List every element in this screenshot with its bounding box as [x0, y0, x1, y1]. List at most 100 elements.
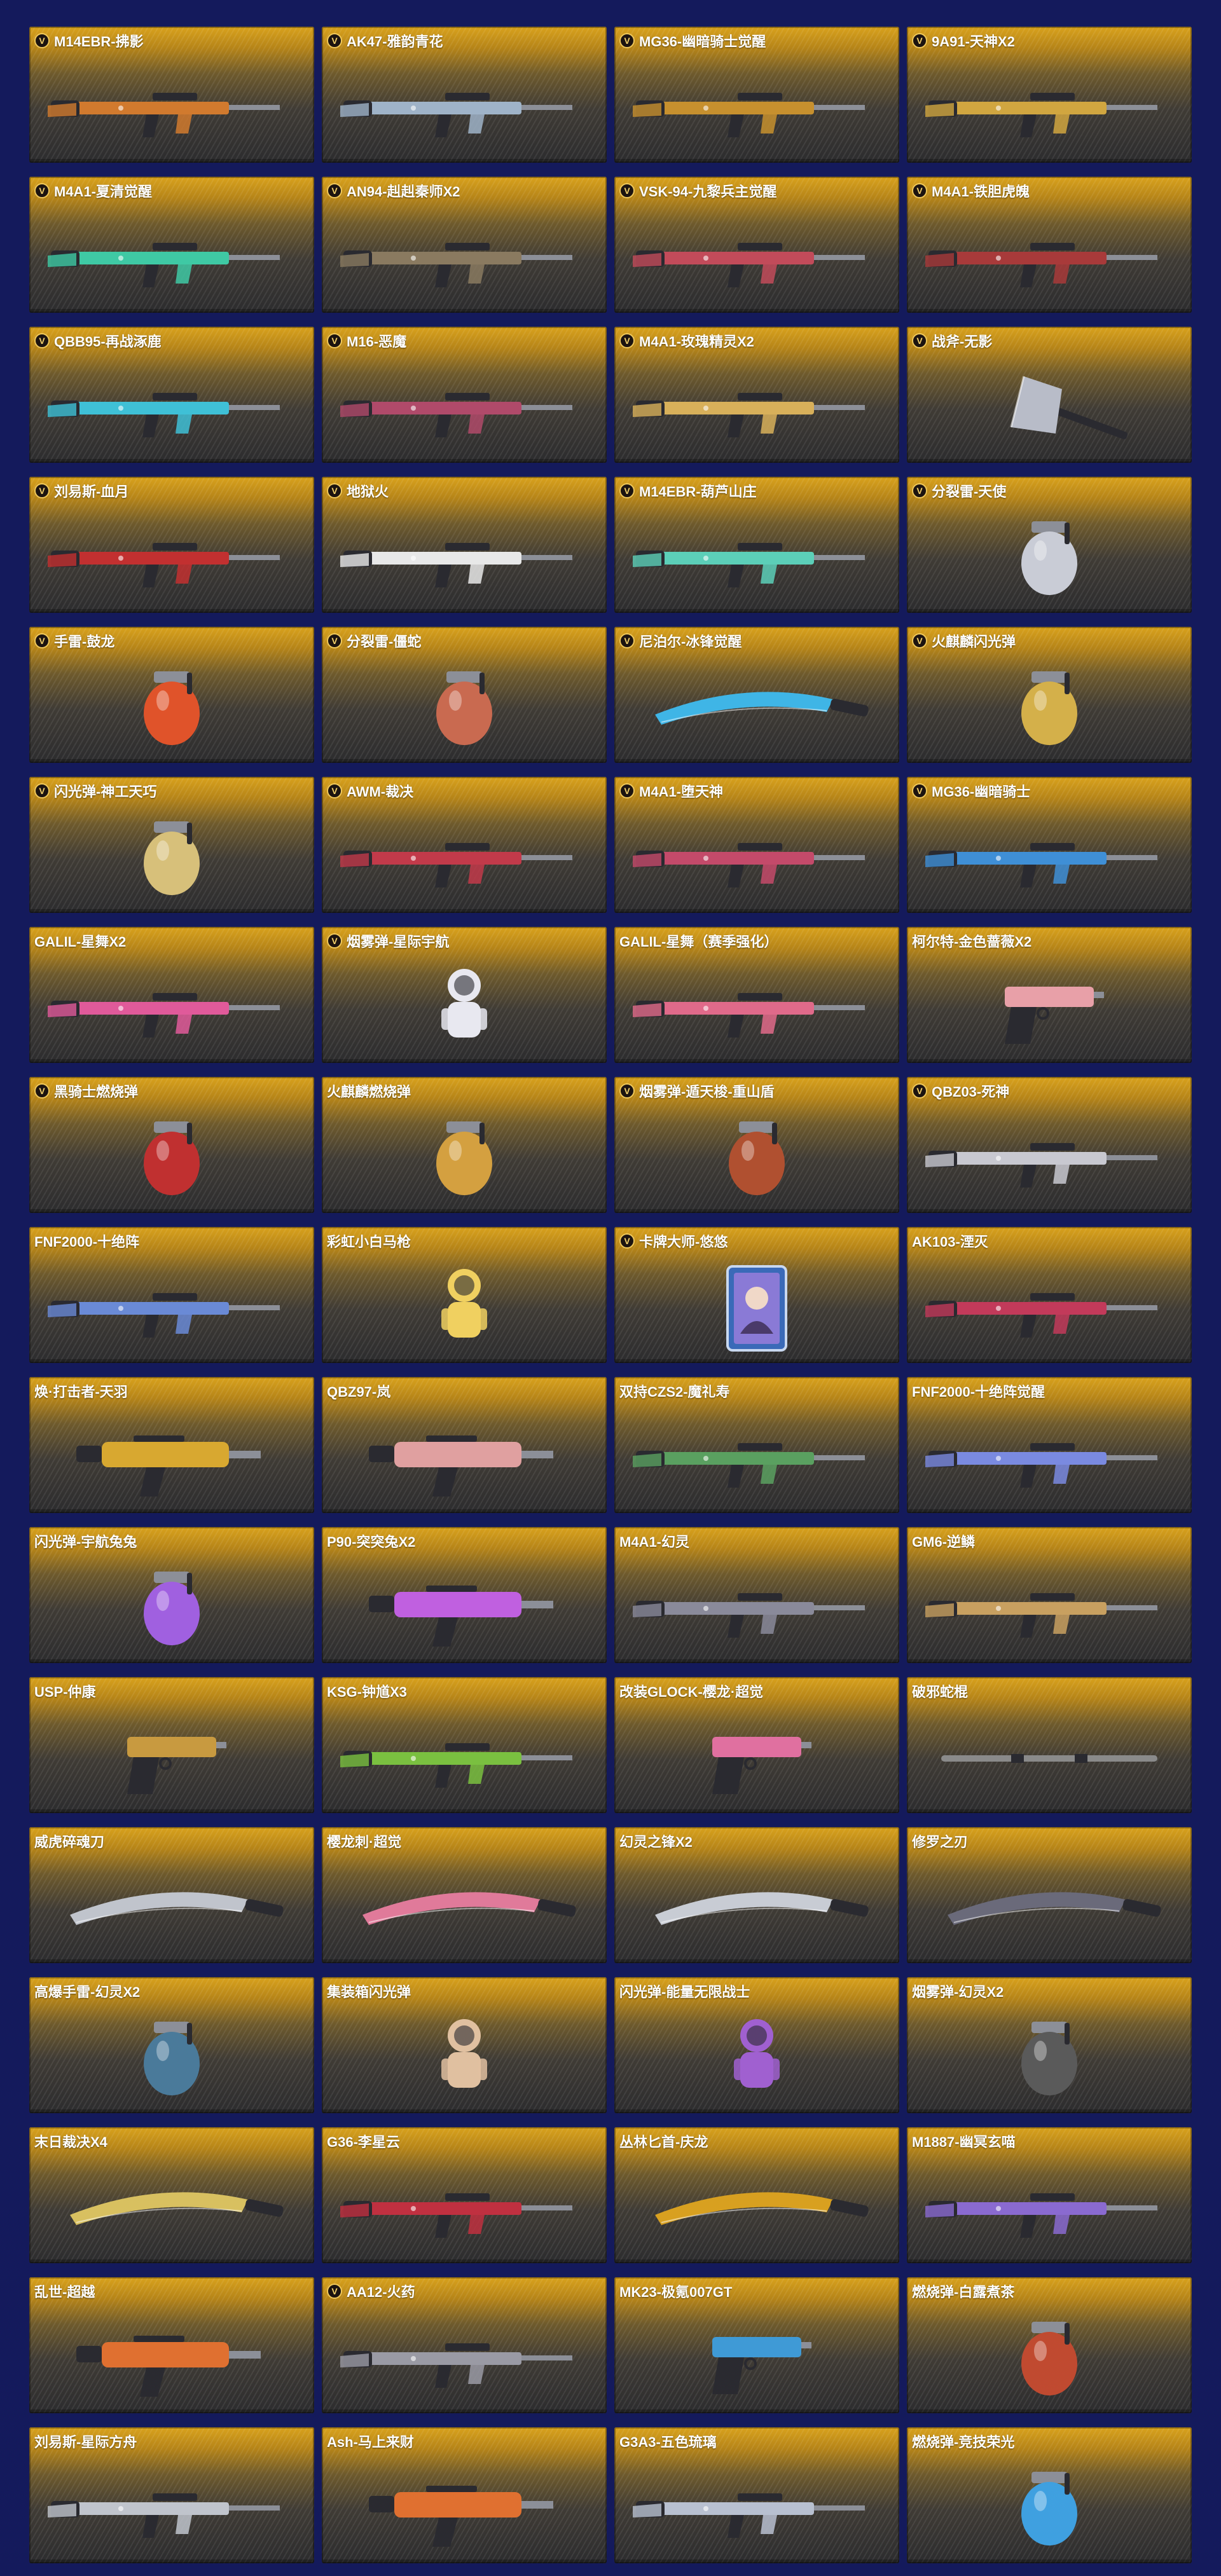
weapon-card[interactable]: 焕·打击者-天羽 [29, 1377, 314, 1513]
weapon-card[interactable]: GM6-逆鳞 [907, 1527, 1192, 1663]
weapon-grid: V M14EBR-拂影 V AK47-雅韵青花 V MG36-幽暗骑士觉醒 V … [29, 27, 1192, 2563]
weapon-card[interactable]: 改装GLOCK-樱龙·超觉 [614, 1677, 899, 1813]
weapon-card[interactable]: 樱龙刺·超觉 [322, 1827, 607, 1963]
card-header: V M4A1-夏清觉醒 [34, 181, 309, 200]
grenade-icon [29, 805, 314, 908]
weapon-card[interactable]: V M4A1-夏清觉醒 [29, 177, 314, 313]
weapon-card[interactable]: V AWM-裁决 [322, 777, 607, 913]
rifle-icon [614, 1405, 899, 1508]
weapon-card[interactable]: M1887-幽冥玄喵 [907, 2127, 1192, 2263]
weapon-name: 彩虹小白马枪 [327, 1234, 411, 1250]
card-header: 末日裁决X4 [34, 2132, 309, 2151]
grenade-icon [29, 1555, 314, 1658]
grenade-icon [907, 2305, 1192, 2408]
weapon-card[interactable]: V 刘易斯-血月 [29, 477, 314, 613]
pistol-icon [907, 955, 1192, 1058]
weapon-card[interactable]: V AA12-火药 [322, 2277, 607, 2413]
weapon-card[interactable]: V AN94-赳赳秦师X2 [322, 177, 607, 313]
smg-icon [322, 1405, 607, 1508]
weapon-name: GM6-逆鳞 [912, 1534, 976, 1550]
weapon-card[interactable]: 末日裁决X4 [29, 2127, 314, 2263]
weapon-card[interactable]: V 分裂雷-天使 [907, 477, 1192, 613]
weapon-card[interactable]: V M4A1-铁胆虎魄 [907, 177, 1192, 313]
weapon-card[interactable]: 火麒麟燃烧弹 [322, 1077, 607, 1213]
weapon-card[interactable]: V AK47-雅韵青花 [322, 27, 607, 163]
weapon-card[interactable]: V M4A1-堕天神 [614, 777, 899, 913]
weapon-card[interactable]: V 卡牌大师-悠悠 [614, 1227, 899, 1363]
weapon-name: 手雷-鼓龙 [54, 634, 115, 650]
card-header: V QBZ03-死神 [912, 1081, 1187, 1100]
card-header: M1887-幽冥玄喵 [912, 2132, 1187, 2151]
weapon-card[interactable]: V QBB95-再战涿鹿 [29, 327, 314, 463]
weapon-card[interactable]: M4A1-幻灵 [614, 1527, 899, 1663]
weapon-card[interactable]: 闪光弹-能量无限战士 [614, 1977, 899, 2113]
weapon-name: 修罗之刃 [912, 1834, 969, 1850]
weapon-card[interactable]: V M14EBR-拂影 [29, 27, 314, 163]
weapon-card[interactable]: QBZ97-岚 [322, 1377, 607, 1513]
rifle-icon [907, 1405, 1192, 1508]
weapon-card[interactable]: AK103-湮灭 [907, 1227, 1192, 1363]
weapon-card[interactable]: G36-李星云 [322, 2127, 607, 2263]
weapon-card[interactable]: V MG36-幽暗骑士觉醒 [614, 27, 899, 163]
weapon-card[interactable]: 烟雾弹-幻灵X2 [907, 1977, 1192, 2113]
weapon-card[interactable]: 彩虹小白马枪 [322, 1227, 607, 1363]
weapon-card[interactable]: GALIL-星舞X2 [29, 927, 314, 1063]
weapon-card[interactable]: 丛林匕首-庆龙 [614, 2127, 899, 2263]
weapon-card[interactable]: V 地狱火 [322, 477, 607, 613]
card-header: Ash-马上来财 [327, 2432, 602, 2451]
pistol-icon [614, 1705, 899, 1808]
weapon-card[interactable]: V 烟雾弹-遁天梭-重山盾 [614, 1077, 899, 1213]
weapon-card[interactable]: V 手雷-鼓龙 [29, 627, 314, 763]
weapon-card[interactable]: FNF2000-十绝阵觉醒 [907, 1377, 1192, 1513]
smg-icon [29, 2305, 314, 2408]
weapon-card[interactable]: 燃烧弹-竞技荣光 [907, 2427, 1192, 2563]
page: { "items": [ {"name": "M14EBR-拂影", "badg… [0, 0, 1221, 2576]
card-icon [614, 1255, 899, 1358]
weapon-card[interactable]: V MG36-幽暗骑士 [907, 777, 1192, 913]
weapon-card[interactable]: 双持CZS2-魔礼寿 [614, 1377, 899, 1513]
weapon-card[interactable]: 高爆手雷-幻灵X2 [29, 1977, 314, 2113]
weapon-card[interactable]: 修罗之刃 [907, 1827, 1192, 1963]
weapon-card[interactable]: V 尼泊尔-冰锋觉醒 [614, 627, 899, 763]
weapon-card[interactable]: V 分裂雷-僵蛇 [322, 627, 607, 763]
weapon-card[interactable]: V 闪光弹-神工天巧 [29, 777, 314, 913]
weapon-card[interactable]: V M14EBR-葫芦山庄 [614, 477, 899, 613]
weapon-card[interactable]: V 9A91-天神X2 [907, 27, 1192, 163]
weapon-card[interactable]: 幻灵之锋X2 [614, 1827, 899, 1963]
rifle-icon [907, 1255, 1192, 1358]
card-header: GM6-逆鳞 [912, 1531, 1187, 1551]
weapon-card[interactable]: KSG-钟馗X3 [322, 1677, 607, 1813]
weapon-name: 柯尔特-金色蔷薇X2 [912, 934, 1032, 950]
weapon-card[interactable]: GALIL-星舞（赛季强化） [614, 927, 899, 1063]
weapon-card[interactable]: V QBZ03-死神 [907, 1077, 1192, 1213]
rifle-icon [322, 55, 607, 158]
weapon-card[interactable]: 刘易斯-星际方舟 [29, 2427, 314, 2563]
weapon-card[interactable]: G3A3-五色琉璃 [614, 2427, 899, 2563]
weapon-card[interactable]: V 火麒麟闪光弹 [907, 627, 1192, 763]
weapon-card[interactable]: FNF2000-十绝阵 [29, 1227, 314, 1363]
rifle-icon [29, 355, 314, 458]
weapon-card[interactable]: P90-突突兔X2 [322, 1527, 607, 1663]
card-header: 焕·打击者-天羽 [34, 1381, 309, 1401]
weapon-name: QBZ97-岚 [327, 1384, 391, 1400]
weapon-card[interactable]: MK23-极氪007GT [614, 2277, 899, 2413]
weapon-card[interactable]: 集装箱闪光弹 [322, 1977, 607, 2113]
weapon-card[interactable]: V 黑骑士燃烧弹 [29, 1077, 314, 1213]
weapon-card[interactable]: 乱世-超越 [29, 2277, 314, 2413]
weapon-card[interactable]: V M4A1-玫瑰精灵X2 [614, 327, 899, 463]
weapon-card[interactable]: 威虎碎魂刀 [29, 1827, 314, 1963]
weapon-card[interactable]: V VSK-94-九黎兵主觉醒 [614, 177, 899, 313]
weapon-card[interactable]: Ash-马上来财 [322, 2427, 607, 2563]
weapon-card[interactable]: 燃烧弹-白露煮茶 [907, 2277, 1192, 2413]
weapon-card[interactable]: 柯尔特-金色蔷薇X2 [907, 927, 1192, 1063]
card-header: 樱龙刺·超觉 [327, 1832, 602, 1851]
weapon-card[interactable]: V 烟雾弹-星际宇航 [322, 927, 607, 1063]
weapon-card[interactable]: V 战斧-无影 [907, 327, 1192, 463]
card-header: 彩虹小白马枪 [327, 1231, 602, 1250]
weapon-name: 焕·打击者-天羽 [34, 1384, 128, 1400]
weapon-card[interactable]: 闪光弹-宇航兔兔 [29, 1527, 314, 1663]
weapon-card[interactable]: USP-仲康 [29, 1677, 314, 1813]
weapon-card[interactable]: 破邪蛇棍 [907, 1677, 1192, 1813]
weapon-card[interactable]: V M16-恶魔 [322, 327, 607, 463]
v-badge-icon: V [34, 33, 50, 48]
